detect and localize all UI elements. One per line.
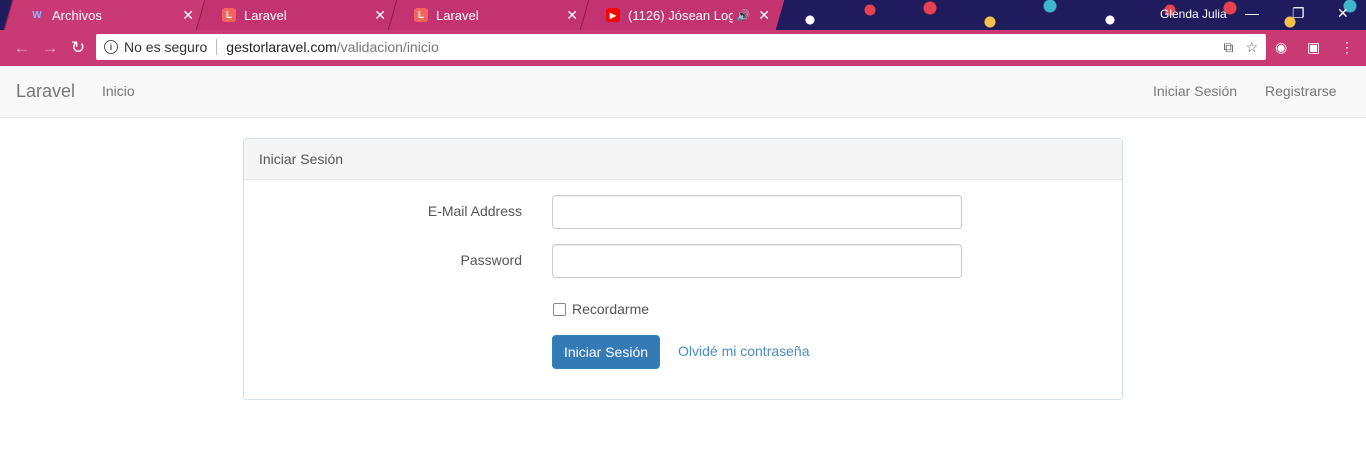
url-host: gestorlaravel.com: [226, 39, 337, 55]
remember-label[interactable]: Recordarme: [572, 301, 649, 317]
laravel-icon: L: [222, 8, 236, 22]
browser-tab[interactable]: L Laravel ✕: [387, 0, 593, 30]
pocket-extension-icon[interactable]: ▣: [1307, 39, 1320, 56]
close-icon[interactable]: ✕: [374, 7, 386, 24]
password-field[interactable]: [552, 244, 962, 278]
browser-tab[interactable]: ▶ (1126) Jósean Log - O 🔊 ✕: [579, 0, 785, 30]
nav-link-register[interactable]: Registrarse: [1265, 83, 1337, 99]
speaker-icon[interactable]: 🔊: [737, 9, 751, 22]
translate-icon[interactable]: ⧉: [1223, 39, 1233, 56]
profile-name[interactable]: Glenda Julia: [1160, 7, 1227, 21]
info-icon[interactable]: i: [104, 40, 118, 54]
tab-title: Archivos: [52, 7, 102, 23]
forgot-password-link[interactable]: Olvidé mi contraseña: [678, 343, 810, 359]
nav-link-login[interactable]: Iniciar Sesión: [1153, 83, 1237, 99]
close-icon[interactable]: ✕: [758, 7, 770, 24]
address-bar[interactable]: i No es seguro gestorlaravel.com/validac…: [96, 34, 1266, 60]
login-submit-button[interactable]: Iniciar Sesión: [552, 335, 660, 369]
back-arrow-icon[interactable]: ←: [8, 38, 36, 58]
panel-heading: Iniciar Sesión: [244, 139, 1122, 180]
w-logo-icon: W: [32, 9, 42, 21]
browser-toolbar: ← → ↻ i No es seguro gestorlaravel.com/v…: [0, 30, 1366, 66]
reload-icon[interactable]: ↻: [64, 38, 92, 58]
close-window-icon[interactable]: ✕: [1337, 5, 1349, 22]
menu-kebab-icon[interactable]: ⋮: [1340, 39, 1354, 56]
site-navbar: Laravel Inicio Iniciar Sesión Registrars…: [0, 66, 1366, 118]
browser-tab-strip: W Archivos ✕ L Laravel ✕ L Laravel ✕ ▶ (…: [0, 0, 1366, 30]
browser-tab[interactable]: L Laravel ✕: [195, 0, 401, 30]
minimize-icon[interactable]: —: [1245, 5, 1259, 21]
youtube-icon: ▶: [606, 8, 620, 22]
security-label[interactable]: No es seguro: [124, 39, 207, 55]
restore-icon[interactable]: ❐: [1292, 5, 1305, 22]
remember-checkbox[interactable]: [553, 303, 566, 316]
close-icon[interactable]: ✕: [566, 7, 578, 24]
divider: [216, 39, 218, 55]
tab-title: Laravel: [244, 7, 287, 23]
forward-arrow-icon[interactable]: →: [36, 38, 64, 58]
chrome-extension-icon[interactable]: ◉: [1275, 39, 1287, 56]
browser-tab[interactable]: W Archivos ✕: [3, 0, 209, 30]
login-panel: Iniciar Sesión E-Mail Address Password R…: [243, 138, 1123, 400]
tab-title: (1126) Jósean Log - O: [628, 7, 733, 23]
email-field[interactable]: [552, 195, 962, 229]
navbar-brand[interactable]: Laravel: [16, 81, 75, 102]
email-label: E-Mail Address: [427, 203, 522, 219]
laravel-icon: L: [414, 8, 428, 22]
tab-title: Laravel: [436, 7, 479, 23]
nav-link-inicio[interactable]: Inicio: [102, 83, 135, 99]
url-path: /validacion/inicio: [336, 39, 439, 55]
close-icon[interactable]: ✕: [182, 7, 194, 24]
password-label: Password: [460, 252, 522, 268]
star-icon[interactable]: ☆: [1245, 39, 1258, 56]
